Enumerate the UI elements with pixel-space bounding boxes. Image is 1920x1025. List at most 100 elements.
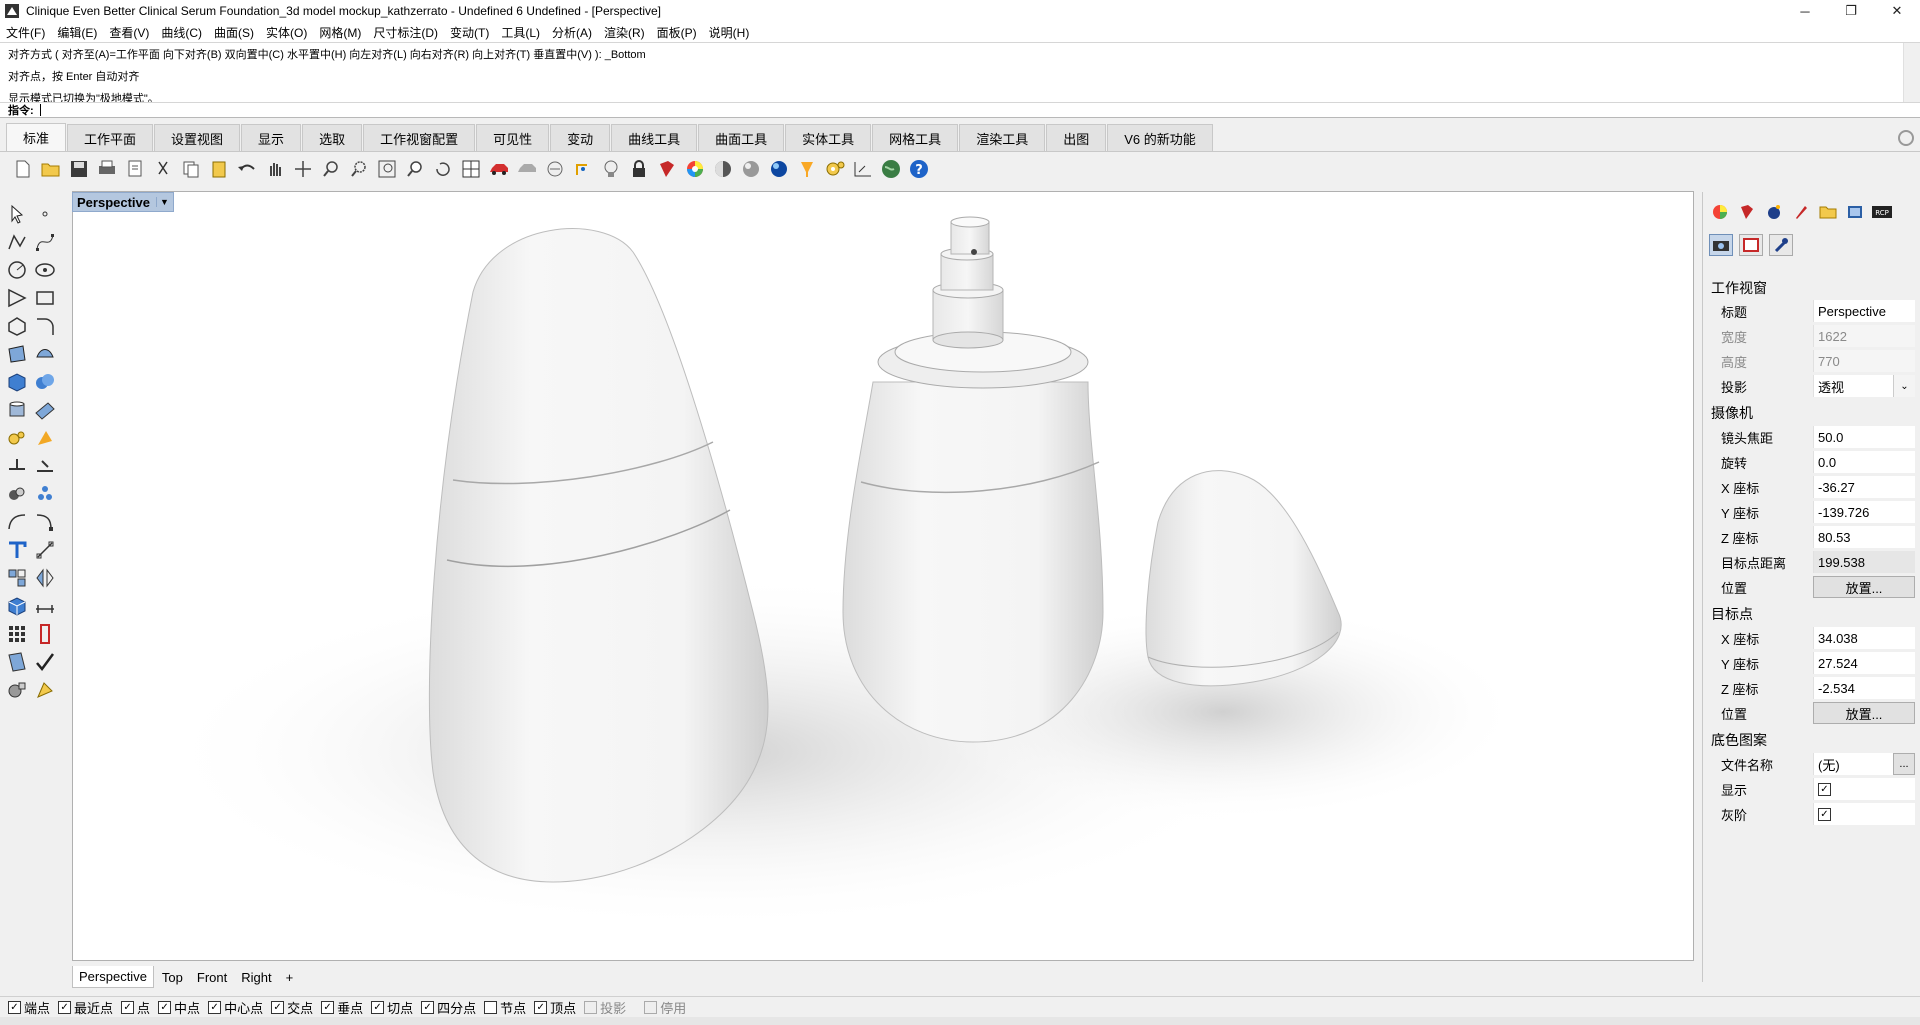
- maximize-button[interactable]: ❐: [1828, 0, 1874, 22]
- osnap-near[interactable]: ✓ 最近点: [58, 998, 113, 1017]
- render-icon[interactable]: [768, 158, 790, 180]
- solid-box-icon[interactable]: [6, 595, 28, 617]
- history-scrollbar[interactable]: [1903, 43, 1920, 103]
- snap-icon[interactable]: [34, 539, 56, 561]
- osnap-disable[interactable]: 停用: [644, 998, 686, 1017]
- tab-mesh-tools[interactable]: 网格工具: [872, 124, 959, 151]
- checkbox[interactable]: [644, 1000, 658, 1014]
- arc-icon[interactable]: [6, 287, 28, 309]
- save-icon[interactable]: [68, 158, 90, 180]
- command-history[interactable]: 对齐方式 ( 对齐至(A)=工作平面 向下对齐(B) 双向置中(C) 水平置中(…: [0, 42, 1920, 105]
- checkbox[interactable]: [584, 1000, 598, 1014]
- prop-projection-select[interactable]: 透视 ⌄: [1813, 375, 1915, 397]
- grid-icon[interactable]: [6, 623, 28, 645]
- osnap-intersection[interactable]: ✓ 交点: [271, 998, 313, 1017]
- menu-render[interactable]: 渲染(R): [604, 24, 645, 41]
- osnap-knot[interactable]: 节点: [484, 998, 526, 1017]
- tab-drafting[interactable]: 出图: [1046, 124, 1107, 151]
- checkbox[interactable]: ✓: [8, 1000, 21, 1014]
- tab-select[interactable]: 选取: [302, 124, 363, 151]
- history-record-icon[interactable]: [6, 651, 28, 673]
- rectangle-icon[interactable]: [34, 287, 56, 309]
- tab-surface-tools[interactable]: 曲面工具: [698, 124, 785, 151]
- menu-edit[interactable]: 编辑(E): [57, 24, 97, 41]
- minimize-button[interactable]: ─: [1782, 0, 1828, 22]
- explode-icon[interactable]: [6, 427, 28, 449]
- osnap-project[interactable]: 投影: [584, 998, 626, 1017]
- menu-surface[interactable]: 曲面(S): [214, 24, 254, 41]
- tab-visibility[interactable]: 可见性: [476, 124, 550, 151]
- close-button[interactable]: ✕: [1874, 0, 1920, 22]
- scale-icon[interactable]: [34, 623, 56, 645]
- tab-solid-tools[interactable]: 实体工具: [785, 124, 872, 151]
- tab-viewport-layout[interactable]: 工作视窗配置: [363, 124, 476, 151]
- tab-new-in-v6[interactable]: V6 的新功能: [1107, 124, 1213, 151]
- menu-transform[interactable]: 变动(T): [450, 24, 489, 41]
- prop-camera-x-field[interactable]: -36.27: [1813, 476, 1915, 498]
- menu-dimension[interactable]: 尺寸标注(D): [373, 24, 438, 41]
- rotate-view-icon[interactable]: [432, 158, 454, 180]
- lock-icon[interactable]: [628, 158, 650, 180]
- polygon-icon[interactable]: [6, 315, 28, 337]
- osnap-vertex[interactable]: ✓ 顶点: [534, 998, 576, 1017]
- osnap-quadrant[interactable]: ✓ 四分点: [421, 998, 476, 1017]
- shade-icon[interactable]: [712, 158, 734, 180]
- viewport-tab-perspective[interactable]: Perspective: [72, 966, 154, 988]
- boolean-union-icon[interactable]: [34, 371, 56, 393]
- chevron-down-icon[interactable]: ⌄: [1893, 375, 1915, 397]
- surface-edge-icon[interactable]: [34, 343, 56, 365]
- help-icon[interactable]: ?: [908, 158, 930, 180]
- select-arrow-icon[interactable]: [6, 203, 28, 225]
- zoom-icon[interactable]: [320, 158, 342, 180]
- box-icon[interactable]: [6, 371, 28, 393]
- material-icon[interactable]: [1736, 202, 1758, 222]
- menu-mesh[interactable]: 网格(M): [319, 24, 361, 41]
- brush-icon[interactable]: [1790, 202, 1812, 222]
- dropper-icon[interactable]: [1769, 234, 1793, 256]
- tab-set-view[interactable]: 设置视图: [154, 124, 241, 151]
- globe-icon[interactable]: [880, 158, 902, 180]
- extend-icon[interactable]: [34, 455, 56, 477]
- checkbox[interactable]: ✓: [421, 1000, 435, 1014]
- tab-transform[interactable]: 变动: [550, 124, 611, 151]
- menu-file[interactable]: 文件(F): [6, 24, 45, 41]
- named-view-icon[interactable]: [544, 158, 566, 180]
- checkbox[interactable]: ✓: [58, 1000, 72, 1014]
- menu-tools[interactable]: 工具(L): [501, 24, 540, 41]
- prop-title-field[interactable]: Perspective: [1813, 300, 1915, 322]
- menu-help[interactable]: 说明(H): [709, 24, 750, 41]
- light-tools-icon[interactable]: [796, 158, 818, 180]
- tab-display[interactable]: 显示: [241, 124, 302, 151]
- point-icon[interactable]: [34, 203, 56, 225]
- text-icon[interactable]: [6, 539, 28, 561]
- mirror-icon[interactable]: [34, 567, 56, 589]
- browse-button[interactable]: ...: [1893, 753, 1915, 775]
- checkbox[interactable]: ✓: [371, 1000, 385, 1014]
- osnap-tangent[interactable]: ✓ 切点: [371, 998, 413, 1017]
- prop-camera-z-field[interactable]: 80.53: [1813, 526, 1915, 548]
- prop-rotation-field[interactable]: 0.0: [1813, 451, 1915, 473]
- zoom-extents-icon[interactable]: [376, 158, 398, 180]
- curve-cv-icon[interactable]: [34, 231, 56, 253]
- viewport-title[interactable]: Perspective ▼: [72, 192, 174, 212]
- group-icon[interactable]: [6, 483, 28, 505]
- menu-analyze[interactable]: 分析(A): [552, 24, 592, 41]
- zoom-selected-icon[interactable]: [404, 158, 426, 180]
- frame-icon[interactable]: [1739, 234, 1763, 256]
- checkbox[interactable]: [484, 1000, 498, 1014]
- menu-panels[interactable]: 面板(P): [657, 24, 697, 41]
- checkbox[interactable]: ✓: [158, 1000, 172, 1014]
- analyze-icon[interactable]: [6, 679, 28, 701]
- menu-solid[interactable]: 实体(O): [266, 24, 307, 41]
- target-place-button[interactable]: 放置...: [1813, 702, 1915, 724]
- copy-icon[interactable]: [180, 158, 202, 180]
- command-line[interactable]: 指令:: [0, 102, 1920, 118]
- open-icon[interactable]: [40, 158, 62, 180]
- gumball-icon[interactable]: [572, 158, 594, 180]
- checkbox[interactable]: ✓: [321, 1000, 335, 1014]
- circle-icon[interactable]: [6, 259, 28, 281]
- block-icon[interactable]: [34, 483, 56, 505]
- car-icon[interactable]: [488, 158, 510, 180]
- prop-camera-y-field[interactable]: -139.726: [1813, 501, 1915, 523]
- camera-icon[interactable]: [516, 158, 538, 180]
